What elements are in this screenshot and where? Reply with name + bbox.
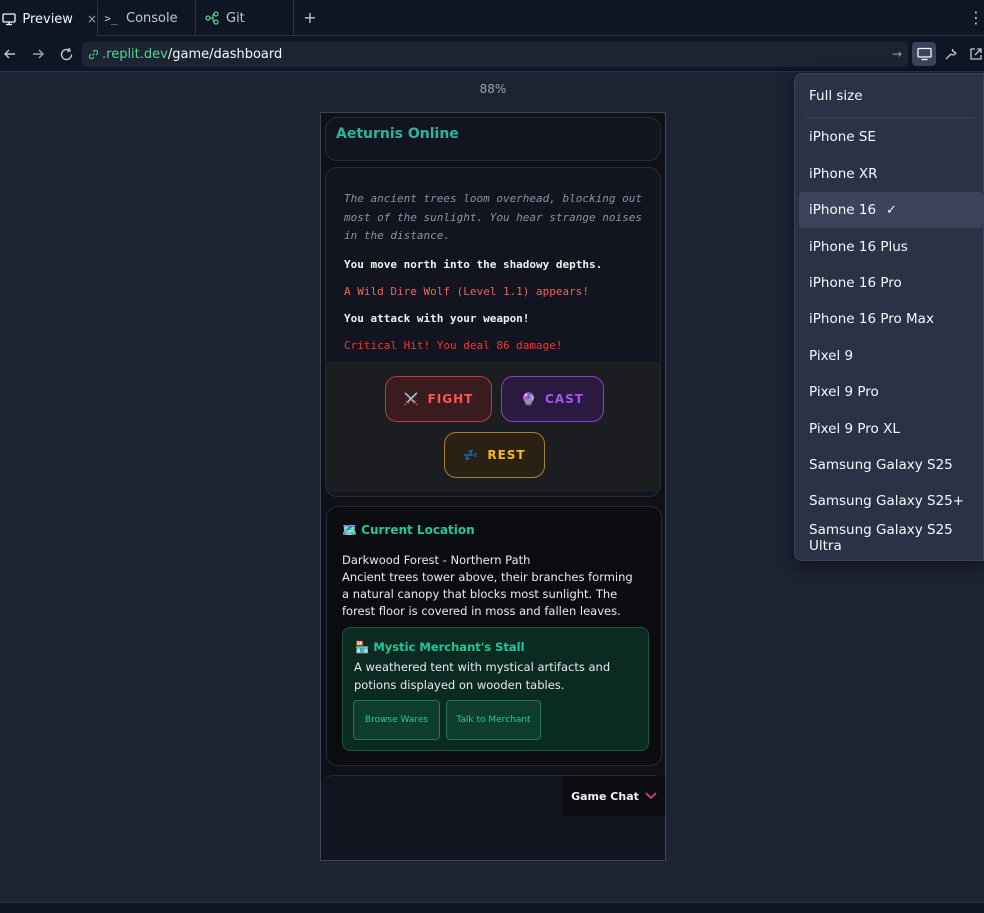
log-line: Critical Hit! You deal 86 damage! — [344, 338, 563, 352]
tab-git-label: Git — [226, 10, 245, 26]
device-option-samsung-galaxy-s25-ultra[interactable]: Samsung Galaxy S25 Ultra — [799, 520, 983, 556]
fight-button[interactable]: ⚔️ FIGHT — [385, 376, 492, 422]
device-option-label: Pixel 9 — [809, 348, 854, 364]
cast-button[interactable]: 🔮 CAST — [501, 376, 604, 422]
game-title: Aeturnis Online — [336, 126, 459, 142]
game-header: Aeturnis Online — [325, 117, 661, 161]
git-branch-icon — [204, 10, 220, 26]
device-option-label: iPhone 16 Pro — [809, 275, 902, 291]
wrench-icon[interactable] — [939, 42, 963, 66]
device-option-label: iPhone SE — [809, 129, 876, 145]
link-icon — [88, 49, 99, 60]
action-bar: ⚔️ FIGHT 🔮 CAST 💤 REST — [326, 362, 660, 492]
shop-icon: 🏪 — [355, 640, 370, 654]
fight-label: FIGHT — [427, 392, 474, 406]
address-bar: .replit.dev/game/dashboard → — [0, 36, 984, 72]
device-toggle-button[interactable] — [912, 42, 936, 66]
browse-wares-button[interactable]: Browse Wares — [353, 700, 440, 740]
device-option-pixel-9-pro[interactable]: Pixel 9 Pro — [799, 374, 983, 410]
tab-preview-label: Preview — [22, 11, 73, 27]
location-heading-label: Current Location — [361, 523, 475, 537]
back-icon[interactable] — [0, 44, 20, 64]
swords-icon: ⚔️ — [403, 392, 420, 406]
log-line: You attack with your weapon! — [344, 311, 530, 325]
sleep-icon: 💤 — [463, 448, 480, 462]
game-chat-label: Game Chat — [571, 789, 639, 803]
merchant-description: A weathered tent with mystical artifacts… — [354, 660, 611, 692]
device-preview-frame: Aeturnis Online The ancient trees loom o… — [320, 112, 666, 861]
combat-log-panel: The ancient trees loom overhead, blockin… — [325, 167, 661, 497]
device-option-label: iPhone XR — [809, 166, 878, 182]
location-name: Darkwood Forest - Northern Path — [342, 553, 531, 567]
device-option-samsung-galaxy-s25[interactable]: Samsung Galaxy S25 — [799, 447, 983, 483]
log-line: The ancient trees loom overhead, blockin… — [344, 192, 643, 242]
device-option-iphone-16-pro-max[interactable]: iPhone 16 Pro Max — [799, 301, 983, 337]
crystal-ball-icon: 🔮 — [521, 392, 538, 406]
url-domain: .replit.dev — [102, 47, 168, 62]
device-option-label: Pixel 9 Pro — [809, 384, 879, 400]
device-option-label: Pixel 9 Pro XL — [809, 421, 900, 437]
url-path: /game/dashboard — [167, 47, 283, 62]
zoom-level: 88% — [479, 82, 507, 96]
device-option-label: Full size — [809, 88, 863, 104]
location-heading: 🗺️ Current Location — [342, 523, 475, 537]
url-field[interactable]: .replit.dev/game/dashboard → — [82, 42, 908, 67]
game-chat-panel: Game Chat — [321, 775, 665, 860]
device-option-samsung-galaxy-s25[interactable]: Samsung Galaxy S25+ — [799, 483, 983, 519]
device-option-iphone-16[interactable]: iPhone 16 ✓ — [799, 192, 983, 228]
merchant-card: 🏪 Mystic Merchant's Stall A weathered te… — [342, 627, 649, 751]
more-options-icon[interactable]: ⋮ — [968, 8, 984, 28]
device-option-label: iPhone 16 Plus — [809, 239, 908, 255]
terminal-icon: >_ — [104, 11, 118, 25]
tab-git[interactable]: Git — [196, 0, 294, 36]
cast-label: CAST — [545, 392, 584, 406]
device-option-label: iPhone 16 — [809, 202, 877, 218]
close-icon[interactable]: × — [87, 12, 97, 26]
external-link-icon[interactable] — [964, 42, 984, 66]
chevron-down-icon — [645, 789, 657, 803]
device-option-iphone-se[interactable]: iPhone SE — [799, 119, 983, 155]
device-size-menu: Full size iPhone SE iPhone XR iPhone 16 ✓ iPh… — [794, 73, 984, 561]
device-option-full-size[interactable]: Full size — [799, 78, 983, 114]
device-option-pixel-9[interactable]: Pixel 9 — [799, 338, 983, 374]
merchant-heading: 🏪 Mystic Merchant's Stall — [355, 640, 525, 654]
add-tab-button[interactable]: + — [300, 8, 320, 28]
location-description: Ancient trees tower above, their branche… — [342, 570, 633, 618]
tab-bar: Preview × >_ Console Git + ⋮ — [0, 0, 984, 36]
monitor-icon — [2, 11, 16, 27]
device-option-label: Samsung Galaxy S25 Ultra — [809, 522, 953, 554]
menu-divider — [805, 117, 975, 118]
device-option-label: Samsung Galaxy S25+ — [809, 493, 965, 509]
map-icon: 🗺️ — [342, 523, 357, 537]
merchant-name: Mystic Merchant's Stall — [373, 640, 525, 654]
device-option-iphone-16-pro[interactable]: iPhone 16 Pro — [799, 265, 983, 301]
device-option-label: Samsung Galaxy S25 — [809, 457, 953, 473]
tab-preview[interactable]: Preview × — [0, 0, 98, 36]
log-line: You move north into the shadowy depths. — [344, 257, 603, 271]
go-arrow-icon[interactable]: → — [892, 42, 902, 67]
location-panel: 🗺️ Current Location Darkwood Forest - No… — [326, 506, 662, 766]
rest-label: REST — [487, 448, 526, 462]
bottom-bar — [0, 902, 984, 913]
log-line: A Wild Dire Wolf (Level 1.1) appears! — [344, 284, 590, 298]
device-option-iphone-xr[interactable]: iPhone XR — [799, 156, 983, 192]
refresh-icon[interactable] — [56, 44, 76, 64]
forward-icon[interactable] — [28, 44, 48, 64]
checkmark-icon: ✓ — [886, 202, 897, 218]
tab-console-label: Console — [126, 10, 178, 26]
game-chat-toggle[interactable]: Game Chat — [563, 776, 665, 816]
device-option-pixel-9-pro-xl[interactable]: Pixel 9 Pro XL — [799, 411, 983, 447]
device-option-label: iPhone 16 Pro Max — [809, 311, 934, 327]
tab-console[interactable]: >_ Console — [98, 0, 196, 36]
device-option-iphone-16-plus[interactable]: iPhone 16 Plus — [799, 229, 983, 265]
combat-log: The ancient trees loom overhead, blockin… — [344, 190, 644, 391]
rest-button[interactable]: 💤 REST — [444, 432, 545, 478]
talk-to-merchant-button[interactable]: Talk to Merchant — [446, 700, 541, 740]
